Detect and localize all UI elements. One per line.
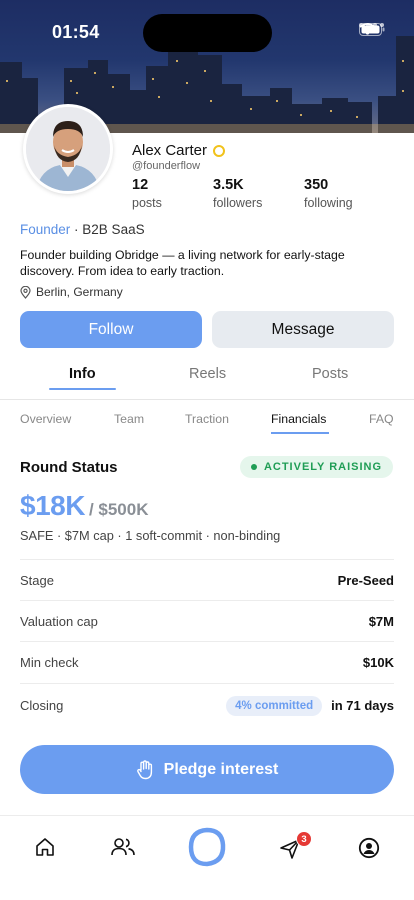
detail-value: in 71 days	[331, 698, 394, 713]
detail-label: Min check	[20, 654, 79, 670]
divider	[0, 399, 414, 400]
profile-icon[interactable]	[358, 837, 380, 859]
role-title[interactable]: Founder	[20, 222, 70, 237]
message-button[interactable]: Message	[212, 311, 394, 348]
committed-pill: 4% committed	[226, 695, 323, 716]
people-icon[interactable]	[110, 837, 136, 857]
hand-icon	[136, 759, 152, 779]
battery-icon	[359, 23, 385, 36]
detail-value: $10K	[362, 654, 394, 670]
status-badge-label: ACTIVELY RAISING	[263, 461, 383, 473]
stat-value: 3.5K	[213, 177, 244, 193]
stat-label: followers	[213, 196, 263, 210]
follow-button[interactable]: Follow	[20, 311, 202, 348]
round-terms: SAFE · $7M cap · 1 soft-commit · non-bin…	[20, 528, 281, 543]
active-tab-indicator	[49, 388, 116, 390]
status-badge: ACTIVELY RAISING	[240, 456, 393, 478]
pledge-interest-button[interactable]: Pledge interest	[20, 745, 394, 794]
raise-target: / $500K	[88, 500, 149, 519]
profile-name: Alex Carter	[132, 142, 208, 159]
logo-icon[interactable]	[187, 827, 227, 867]
subtab-faq[interactable]: FAQ	[369, 412, 394, 426]
detail-value: $7M	[368, 613, 394, 629]
tab-reels[interactable]: Reels	[189, 366, 226, 382]
location-pin-icon	[20, 285, 31, 299]
profile-handle: @founderflow	[132, 160, 201, 172]
dynamic-island	[143, 14, 272, 52]
status-icons	[359, 23, 385, 36]
detail-row-valuation-cap: Valuation cap $7M	[20, 600, 394, 641]
profile-location: Berlin, Germany	[20, 285, 123, 299]
status-dot-icon	[250, 464, 257, 470]
location-text: Berlin, Germany	[36, 285, 123, 299]
home-icon[interactable]	[34, 836, 56, 858]
stat-posts[interactable]: 12 posts	[132, 177, 162, 210]
subtab-traction[interactable]: Traction	[185, 412, 229, 426]
round-status-title: Round Status	[20, 459, 118, 476]
subtab-overview[interactable]: Overview	[20, 412, 71, 426]
stat-label: posts	[132, 196, 162, 210]
verified-icon	[213, 144, 226, 157]
tab-posts[interactable]: Posts	[312, 366, 348, 382]
detail-value: Pre-Seed	[337, 572, 394, 588]
stat-value: 12	[132, 177, 149, 193]
status-time: 01:54	[52, 22, 100, 42]
profile-role: Founder · B2B SaaS	[20, 222, 145, 237]
stat-value: 350	[304, 177, 329, 193]
avatar-photo	[26, 107, 110, 191]
stat-followers[interactable]: 3.5K followers	[213, 177, 262, 210]
detail-row-stage: Stage Pre-Seed	[20, 559, 394, 600]
avatar[interactable]	[23, 104, 113, 194]
detail-label: Stage	[20, 572, 54, 588]
bottom-tab-bar: 3	[0, 815, 414, 900]
stat-label: following	[304, 196, 353, 210]
detail-label: Closing	[20, 698, 64, 713]
raised-amount: $18K / $500K	[20, 490, 148, 522]
raised-value: $18K	[20, 490, 85, 521]
profile-name-row: Alex Carter	[132, 142, 226, 159]
detail-row-min-check: Min check $10K	[20, 641, 394, 682]
profile-bio: Founder building Obridge — a living netw…	[20, 248, 345, 278]
main-tabs: Info Reels Posts	[0, 366, 414, 398]
stat-following[interactable]: 350 following	[304, 177, 353, 210]
pledge-label: Pledge interest	[163, 760, 279, 778]
detail-row-closing: Closing 4% committed in 71 days	[20, 683, 394, 727]
tab-info[interactable]: Info	[69, 366, 96, 382]
subtab-team[interactable]: Team	[114, 412, 144, 426]
detail-label: Valuation cap	[20, 613, 98, 629]
subtab-financials[interactable]: Financials	[271, 412, 326, 426]
notification-badge: 3	[296, 831, 312, 847]
active-subtab-indicator	[271, 432, 329, 434]
role-industry: · B2B SaaS	[70, 222, 145, 237]
